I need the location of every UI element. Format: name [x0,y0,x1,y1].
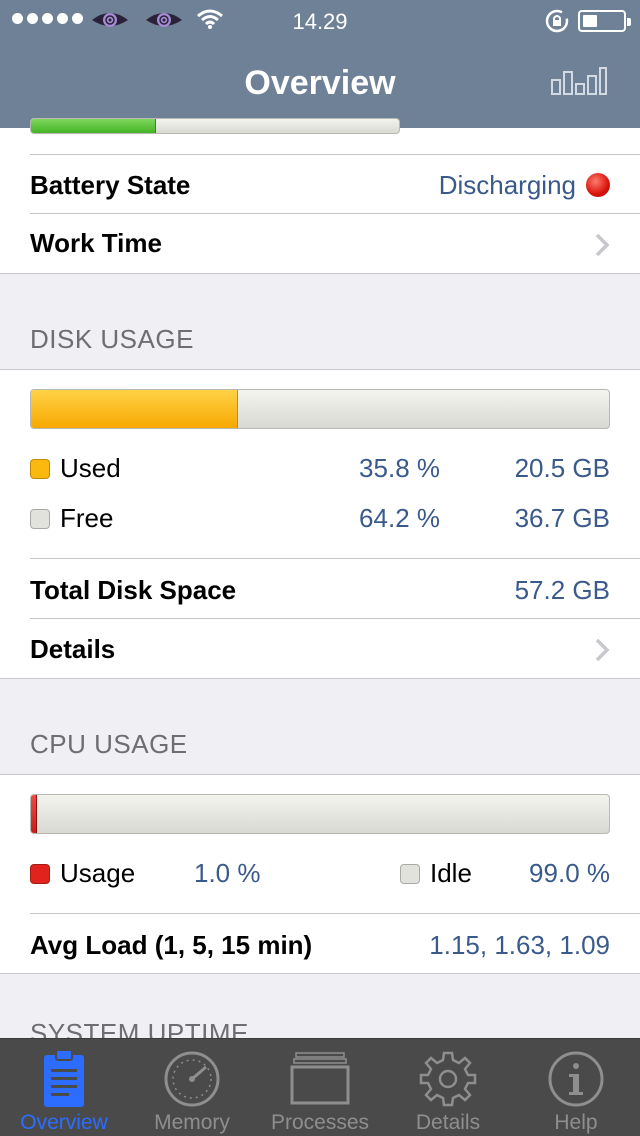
free-percent: 64.2 % [359,503,440,533]
used-size: 20.5 GB [514,453,610,483]
cpu-usage-bar [30,794,610,834]
gear-icon [419,1051,477,1107]
avg-load-label: Avg Load (1, 5, 15 min) [30,930,313,960]
tab-overview[interactable]: Overview [0,1039,128,1136]
battery-state-value: Discharging [438,170,576,200]
tab-details[interactable]: Details [384,1039,512,1136]
free-size: 36.7 GB [514,503,610,533]
tab-label: Processes [270,1111,370,1134]
tab-memory[interactable]: Memory [128,1039,256,1136]
free-label: Free [60,503,114,533]
details-label: Details [30,634,116,664]
divider [0,973,640,974]
work-time-row[interactable]: Work Time [0,214,640,273]
divider [0,678,640,679]
used-label: Used [60,453,121,483]
clipboard-icon [44,1049,84,1107]
tab-bar: Overview Memory Processes Details Help [0,1038,640,1136]
usage-value: 1.0 % [194,858,261,888]
total-disk-space-label: Total Disk Space [30,575,237,605]
tab-label: Overview [20,1111,108,1134]
tab-label: Details [415,1111,481,1134]
total-disk-space-value: 57.2 GB [514,575,610,605]
chevron-right-icon [595,233,610,257]
idle-value: 99.0 % [529,858,610,888]
cpu-usage-header: CPU USAGE [30,729,188,759]
idle-legend-swatch [400,864,420,884]
navigation-bar: 14.29 Overview [0,0,640,128]
status-bar: 14.29 [0,0,640,40]
used-percent: 35.8 % [359,453,440,483]
divider [30,913,640,914]
battery-level-fill [31,119,156,133]
disk-usage-bar [30,389,610,429]
battery-level-bar [30,118,400,134]
tab-help[interactable]: Help [512,1039,640,1136]
rotation-lock-icon [545,9,569,33]
cpu-usage-fill [31,795,37,833]
divider [30,558,640,559]
battery-icon [578,10,631,32]
usage-legend-swatch [30,864,50,884]
usage-label: Usage [60,858,136,888]
disk-used-fill [31,390,238,428]
tab-processes[interactable]: Processes [256,1039,384,1136]
bar-chart-icon[interactable] [550,66,608,96]
stack-icon [290,1052,350,1105]
chevron-right-icon [595,638,610,662]
divider [0,273,640,274]
info-icon [548,1051,604,1107]
free-legend-swatch [30,509,50,529]
used-legend-swatch [30,459,50,479]
work-time-label: Work Time [30,228,162,258]
discharging-status-dot [586,173,610,197]
tab-label: Help [554,1111,598,1134]
gauge-icon [164,1051,220,1107]
disk-details-row[interactable]: Details [0,619,640,678]
disk-usage-header: DISK USAGE [30,324,194,354]
battery-state-label: Battery State [30,170,191,200]
tab-label: Memory [154,1111,230,1134]
avg-load-value: 1.15, 1.63, 1.09 [429,930,610,960]
divider [30,154,640,155]
idle-label: Idle [430,858,472,888]
page-title: Overview [244,64,396,102]
